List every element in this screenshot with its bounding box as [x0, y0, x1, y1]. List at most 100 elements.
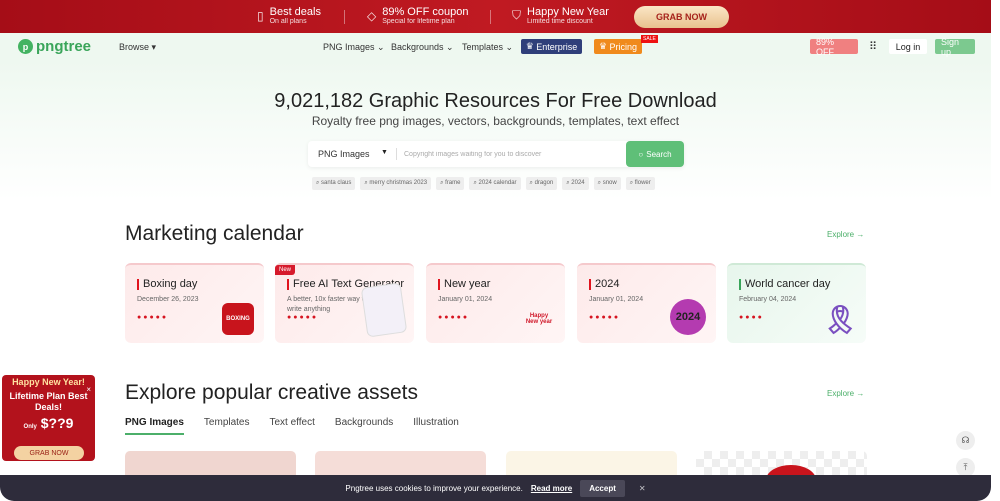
tab-text-effect[interactable]: Text effect: [270, 417, 315, 435]
login-button[interactable]: Log in: [889, 39, 927, 54]
asset-tabs: PNG Images Templates Text effect Backgro…: [125, 417, 459, 435]
apps-grid-icon[interactable]: ⠿: [869, 40, 877, 53]
banner-item-coupon: ◇ 89% OFF coupon Special for lifetime plan: [367, 6, 468, 25]
tag-chip[interactable]: ⌕ 2024: [562, 177, 589, 190]
explore-assets-heading: Explore popular creative assets: [125, 381, 418, 404]
calendar-card[interactable]: 2024 January 01, 2024 ●●●●● 2024: [577, 263, 716, 343]
banner-title: Best deals: [269, 6, 321, 18]
logo-icon: p: [18, 39, 33, 54]
calendar-explore-link[interactable]: Explore →: [827, 230, 864, 239]
card-title: World cancer day: [739, 279, 830, 290]
calendar-card[interactable]: Boxing day December 26, 2023 ●●●●● BOXING: [125, 263, 264, 343]
tag-label: dragon: [534, 180, 554, 186]
search-input[interactable]: [404, 147, 614, 161]
new-year-promo-popup[interactable]: Happy New Year! × Lifetime Plan Best Dea…: [2, 375, 95, 461]
search-type-select[interactable]: PNG Images: [318, 149, 370, 159]
sale-badge: SALE: [641, 35, 658, 43]
card-image: Happy New year: [525, 313, 553, 325]
tag-chip[interactable]: ⌕ santa claus: [312, 177, 356, 190]
card-date: January 01, 2024: [589, 296, 644, 303]
search-icon: ○: [638, 149, 644, 159]
page-subtitle: Royalty free png images, vectors, backgr…: [311, 114, 680, 128]
card-rating: ●●●●●: [589, 314, 621, 321]
promo-grab-now-button[interactable]: GRAB NOW: [14, 446, 84, 460]
discount-button[interactable]: 89% OFF: [810, 37, 858, 57]
browse-menu[interactable]: Browse ▾: [119, 42, 156, 53]
tag-icon: ◇: [367, 8, 377, 23]
document-image: [360, 282, 408, 338]
tab-backgrounds[interactable]: Backgrounds: [335, 417, 393, 435]
card-title: New year: [438, 279, 490, 290]
tag-chip[interactable]: ⌕ dragon: [525, 177, 558, 190]
card-date: January 01, 2024: [438, 296, 493, 303]
divider: [396, 148, 397, 160]
nav-label: Backgrounds: [391, 42, 444, 52]
tab-png-images[interactable]: PNG Images: [125, 417, 184, 435]
card-date: February 04, 2024: [739, 296, 797, 303]
enterprise-button[interactable]: ♛ Enterprise: [521, 39, 582, 54]
pricing-button[interactable]: ♛ Pricing: [594, 39, 642, 54]
tag-chip[interactable]: ⌕ frame: [436, 177, 465, 190]
read-more-link[interactable]: Read more: [531, 484, 572, 493]
ticket-icon: ▯: [257, 8, 264, 23]
nav-label: PNG Images: [323, 42, 375, 52]
tag-label: frame: [445, 180, 461, 186]
search-bar: PNG Images ▼ ○Search: [308, 141, 684, 167]
close-icon[interactable]: ✕: [639, 484, 646, 493]
close-icon[interactable]: ×: [86, 385, 91, 394]
trending-tags: ⌕ santa claus ⌕ merry christmas 2023 ⌕ f…: [312, 177, 655, 190]
headset-support-icon[interactable]: ☊: [956, 431, 975, 450]
tag-label: 2024: [571, 180, 585, 186]
divider: [490, 10, 491, 24]
tab-templates[interactable]: Templates: [204, 417, 250, 435]
grab-now-button[interactable]: GRAB NOW: [634, 6, 729, 28]
tag-label: flower: [634, 180, 651, 186]
banner-title: Happy New Year: [527, 6, 609, 18]
cookie-bar: Pngtree uses cookies to improve your exp…: [0, 475, 991, 501]
tag-chip[interactable]: ⌕ merry christmas 2023: [360, 177, 432, 190]
card-rating: ●●●●: [739, 314, 764, 321]
tag-chip[interactable]: ⌕ snow: [593, 177, 621, 190]
signup-button[interactable]: Sign up: [935, 37, 975, 57]
tag-label: santa claus: [321, 180, 352, 186]
nav-templates[interactable]: Templates ⌄: [462, 42, 513, 53]
banner-title: 89% OFF coupon: [382, 6, 469, 18]
banner-item-new-year: ⛉ Happy New Year Limited time discount: [512, 6, 609, 25]
promo-price: Only $??9: [2, 415, 95, 431]
crown-icon: ♛: [598, 41, 608, 51]
tag-chip[interactable]: ⌕ 2024 calendar: [469, 177, 521, 190]
card-title: Boxing day: [137, 279, 197, 290]
banner-sub: On all plans: [269, 18, 307, 25]
cookie-text: Pngtree uses cookies to improve your exp…: [345, 483, 523, 493]
shield-icon: ⛉: [512, 8, 522, 22]
crown-icon: ♛: [525, 41, 534, 51]
tag-chip[interactable]: ⌕ flower: [625, 177, 655, 190]
promo-banner[interactable]: ▯ Best deals On all plans ◇ 89% OFF coupon S…: [0, 0, 991, 33]
calendar-card[interactable]: New Free AI Text Generator A better, 10x f…: [275, 263, 414, 343]
card-image: BOXING: [222, 303, 254, 335]
card-rating: ●●●●●: [287, 314, 319, 321]
logo-text: pngtree: [36, 38, 92, 55]
accept-button[interactable]: Accept: [580, 479, 625, 497]
card-image: 2024: [670, 299, 706, 335]
card-rating: ●●●●●: [438, 314, 470, 321]
banner-sub: Limited time discount: [527, 18, 593, 25]
assets-explore-link[interactable]: Explore →: [827, 389, 864, 398]
search-button[interactable]: ○ Search: [626, 141, 684, 167]
price-value: $??9: [40, 415, 74, 431]
nav-label: Templates: [462, 42, 504, 52]
tab-illustration[interactable]: Illustration: [413, 417, 459, 435]
price-prefix: Only: [23, 424, 37, 430]
enterprise-label: Enterprise: [536, 41, 578, 52]
nav-backgrounds[interactable]: Backgrounds ⌄: [391, 42, 454, 53]
nav-png-images[interactable]: PNG Images ⌄: [323, 42, 385, 53]
card-title: 2024: [589, 279, 619, 290]
banner-item-best-deals: ▯ Best deals On all plans: [257, 6, 321, 25]
logo[interactable]: p pngtree: [18, 38, 91, 55]
calendar-card[interactable]: New year January 01, 2024 ●●●●● Happy New y…: [426, 263, 565, 343]
calendar-card[interactable]: World cancer day February 04, 2024 ●●●● 🎗: [727, 263, 866, 343]
tag-label: 2024 calendar: [478, 180, 517, 186]
ribbon-icon: 🎗: [822, 303, 858, 335]
divider: [344, 10, 345, 24]
caret-down-icon[interactable]: ▼: [381, 149, 388, 156]
